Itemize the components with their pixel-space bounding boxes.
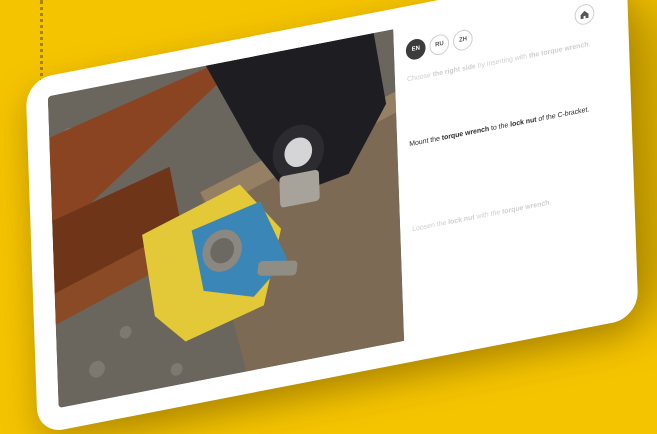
language-button-ru[interactable]: RU — [429, 32, 450, 57]
language-button-zh[interactable]: ZH — [452, 28, 474, 53]
language-switcher: EN RU ZH — [405, 28, 474, 62]
tablet-screen: EN RU ZH Choose the right side by insert… — [47, 0, 617, 409]
step-next: Loosen the lock nut with the torque wren… — [412, 199, 552, 234]
step-current: Mount the torque wrench to the lock nut … — [409, 106, 590, 149]
home-button[interactable] — [574, 2, 595, 27]
tablet-device: EN RU ZH Choose the right side by insert… — [25, 0, 639, 434]
instruction-photo — [47, 29, 405, 409]
rail-clamp-photo — [47, 29, 405, 409]
home-icon — [580, 10, 589, 20]
language-button-en[interactable]: EN — [405, 37, 427, 62]
instruction-panel: EN RU ZH Choose the right side by insert… — [393, 0, 617, 341]
